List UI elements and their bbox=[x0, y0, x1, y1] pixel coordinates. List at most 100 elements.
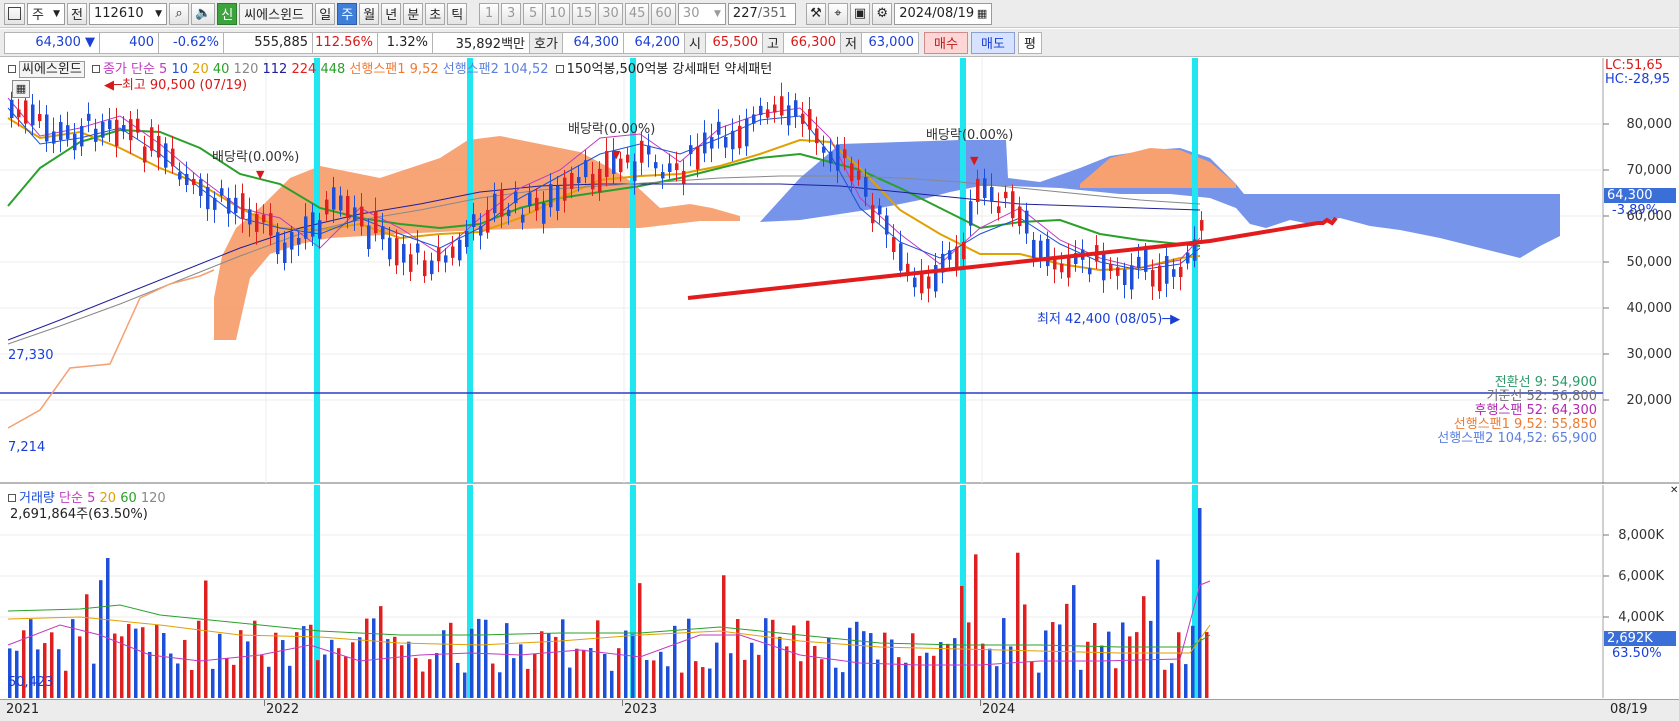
pane-close-icon[interactable]: ✕ bbox=[1670, 485, 1678, 496]
candle-body bbox=[1046, 238, 1050, 267]
interval-button-5[interactable]: 5 bbox=[523, 2, 544, 25]
price-chart[interactable]: 80,00070,00060,00050,00040,00030,00020,0… bbox=[0, 58, 1679, 484]
new-listing-badge[interactable]: 신 bbox=[217, 2, 238, 25]
candle-body bbox=[640, 140, 644, 163]
candle-body bbox=[717, 121, 721, 135]
period-tab-month[interactable]: 월 bbox=[359, 2, 380, 25]
volume-bar bbox=[1135, 632, 1139, 698]
candle-body bbox=[178, 172, 182, 180]
volume-bar bbox=[715, 642, 719, 698]
candle-body bbox=[1165, 256, 1169, 284]
volume-bar bbox=[36, 649, 40, 698]
settings-button[interactable]: ⚙ bbox=[872, 2, 893, 25]
volume-bar bbox=[568, 667, 572, 698]
volume-info: 2,691,864주(63.50%) bbox=[10, 507, 148, 522]
candle-body bbox=[948, 250, 952, 260]
legend-ma448: 448 bbox=[320, 62, 346, 77]
volume-bar bbox=[239, 630, 243, 698]
save-button[interactable]: ▣ bbox=[849, 2, 871, 25]
date-input[interactable]: 2024/08/19 ▦ bbox=[894, 2, 993, 25]
sound-button[interactable]: 🔈 bbox=[191, 2, 216, 25]
volume-bars bbox=[8, 508, 1209, 698]
period-select[interactable]: 주 ▼ bbox=[27, 2, 65, 25]
trend-line[interactable] bbox=[687, 216, 1338, 300]
candle-body bbox=[290, 231, 294, 250]
candle-body bbox=[255, 213, 259, 232]
volume-bar bbox=[358, 637, 362, 698]
volume-bar bbox=[1023, 604, 1027, 698]
interval-button-60[interactable]: 60 bbox=[651, 2, 676, 25]
dividend-label-1: 배당락(0.00%) bbox=[212, 150, 300, 165]
price-tag: 64,300 bbox=[1604, 188, 1676, 203]
x-tick bbox=[264, 700, 265, 706]
analysis-button[interactable]: ⌖ bbox=[827, 2, 848, 25]
candle-body bbox=[185, 174, 189, 186]
legend-toggle-icon[interactable] bbox=[8, 494, 16, 502]
volume-ma-lines bbox=[7, 580, 1211, 666]
volume-bar bbox=[974, 554, 978, 698]
volume-bar bbox=[498, 672, 502, 698]
legend-toggle-icon[interactable] bbox=[8, 65, 16, 73]
volume-bar bbox=[624, 630, 628, 698]
candle-body bbox=[507, 209, 511, 217]
candle-body bbox=[598, 168, 602, 193]
volume-bar bbox=[687, 618, 691, 698]
tools-button[interactable]: ⚒ bbox=[805, 2, 826, 25]
market-select-button[interactable]: 전 bbox=[67, 2, 87, 25]
interval-button-15[interactable]: 15 bbox=[571, 2, 597, 25]
interval-button-3[interactable]: 3 bbox=[501, 2, 522, 25]
period-tab-minute[interactable]: 분 bbox=[403, 2, 424, 25]
volume-bar bbox=[764, 618, 768, 698]
record-counter[interactable]: 227/351 bbox=[727, 2, 796, 25]
volume-pane[interactable]: 8,000K 6,000K 4,000K 거래량 단순 5 20 60 120 2,… bbox=[0, 485, 1679, 698]
sell-button[interactable]: 매도 bbox=[971, 31, 1015, 54]
interval-button-10[interactable]: 10 bbox=[545, 2, 570, 25]
candle-body bbox=[1186, 252, 1190, 264]
evaluate-button[interactable]: 평 bbox=[1018, 31, 1042, 54]
candle-body bbox=[479, 225, 483, 236]
candle-body bbox=[815, 128, 819, 144]
volume-chart[interactable]: 8,000K 6,000K 4,000K bbox=[0, 485, 1679, 698]
volume-bar bbox=[99, 580, 103, 698]
candle-body bbox=[976, 178, 980, 202]
buy-button[interactable]: 매수 bbox=[924, 31, 968, 54]
code-input[interactable]: 112610 ▼ bbox=[89, 2, 167, 25]
candle-body bbox=[1060, 263, 1064, 273]
volume-bar bbox=[400, 645, 404, 698]
volume-bar bbox=[925, 652, 929, 698]
volume-bar bbox=[309, 624, 313, 698]
volume-bar bbox=[981, 643, 985, 698]
period-tab-day[interactable]: 일 bbox=[315, 2, 336, 25]
candle-body bbox=[269, 213, 273, 236]
table-view-icon[interactable]: ▦ bbox=[12, 80, 30, 98]
candle-body bbox=[339, 195, 343, 211]
search-button[interactable]: ⌕ bbox=[169, 2, 189, 25]
candle-body bbox=[801, 113, 805, 124]
cloud-up-area bbox=[1080, 148, 1236, 188]
ichimoku-value-list: 전환선 9: 54,900 기준선 52: 56,800 후행스팬 52: 64,3… bbox=[1437, 376, 1597, 446]
period-tab-tick[interactable]: 틱 bbox=[447, 2, 468, 25]
volume-bar bbox=[883, 632, 887, 698]
period-tab-week[interactable]: 주 bbox=[337, 2, 358, 25]
volume-bar bbox=[330, 639, 334, 698]
legend-stock-name[interactable]: 씨에스윈드 bbox=[19, 61, 85, 78]
volume-bar bbox=[379, 606, 383, 698]
period-tab-year[interactable]: 년 bbox=[381, 2, 402, 25]
volume-bar bbox=[78, 636, 82, 698]
candle-body bbox=[591, 173, 595, 190]
volume-bar bbox=[792, 625, 796, 698]
legend-ma112: 112 bbox=[262, 62, 288, 77]
candle-body bbox=[248, 209, 252, 225]
legend-toggle-icon[interactable] bbox=[555, 65, 564, 73]
interval-button-1[interactable]: 1 bbox=[479, 2, 500, 25]
lc-value: LC:51,65 bbox=[1605, 58, 1663, 73]
legend-toggle-icon[interactable] bbox=[91, 65, 100, 73]
interval-button-30[interactable]: 30 bbox=[598, 2, 623, 25]
period-tab-second[interactable]: 초 bbox=[425, 2, 446, 25]
volume-bar bbox=[736, 619, 740, 698]
interval-button-45[interactable]: 45 bbox=[624, 2, 650, 25]
volume-bar bbox=[701, 667, 705, 698]
price-pane[interactable]: 80,000 70,000 60,000 50,000 40,000 30,000 20,0… bbox=[0, 58, 1679, 484]
interval-select[interactable]: 30 ▼ bbox=[677, 2, 726, 25]
chart-type-button[interactable] bbox=[4, 2, 25, 25]
